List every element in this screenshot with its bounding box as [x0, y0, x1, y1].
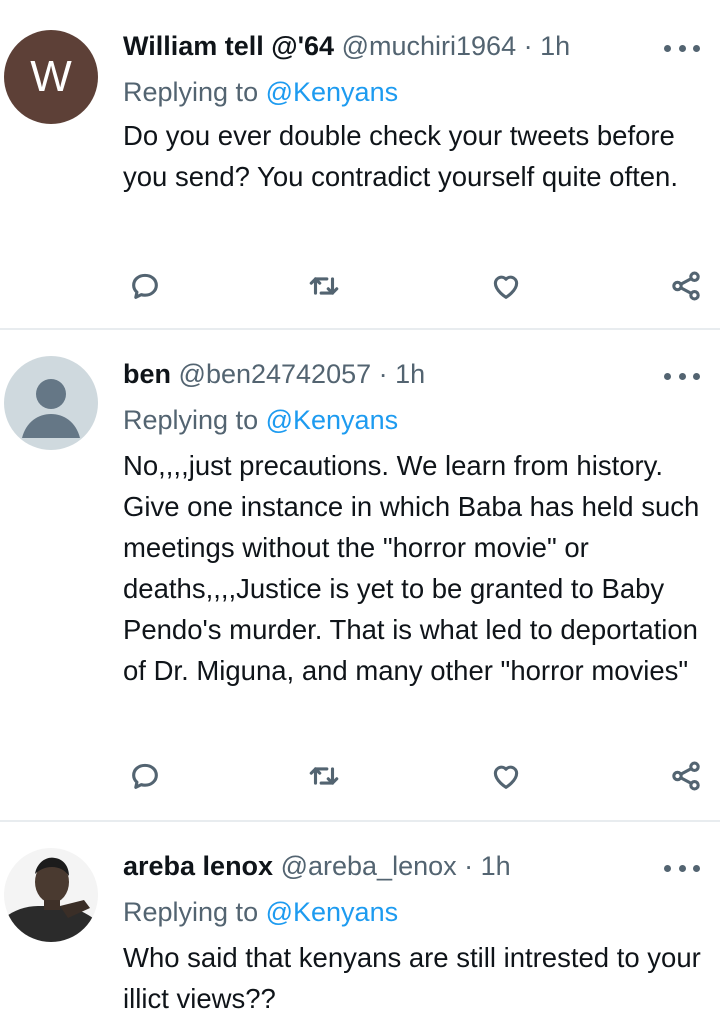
timestamp[interactable]: 1h [481, 851, 511, 881]
retweet-button[interactable] [304, 266, 344, 306]
tweet-actions [0, 756, 720, 796]
replying-prefix: Replying to [123, 77, 259, 107]
tweet-header: ben @ben24742057 · 1h [123, 358, 660, 390]
timestamp[interactable]: 1h [395, 359, 425, 389]
mention-link[interactable]: @Kenyans [266, 897, 398, 927]
like-button[interactable] [486, 266, 526, 306]
heart-icon [493, 765, 519, 789]
tweet-muchiri[interactable]: W William tell @'64 @muchiri1964 · 1h Re… [0, 0, 720, 328]
replying-to: Replying to @Kenyans [123, 896, 398, 928]
avatar[interactable] [4, 356, 98, 450]
display-name[interactable]: areba lenox [123, 851, 273, 881]
tweet-ben[interactable]: ben @ben24742057 · 1h Replying to @Kenya… [0, 330, 720, 820]
mention-link[interactable]: @Kenyans [266, 77, 398, 107]
tweet-header: William tell @'64 @muchiri1964 · 1h [123, 30, 660, 62]
more-icon[interactable] [664, 858, 700, 878]
more-icon[interactable] [664, 38, 700, 58]
replying-to: Replying to @Kenyans [123, 76, 398, 108]
tweet-text: No,,,,just precautions. We learn from hi… [123, 450, 700, 686]
timestamp[interactable]: 1h [540, 31, 570, 61]
default-avatar-icon [22, 379, 80, 438]
handle[interactable]: @muchiri1964 [342, 31, 517, 61]
separator: · [464, 851, 474, 881]
heart-icon [493, 275, 519, 299]
reply-icon [132, 273, 158, 299]
handle[interactable]: @areba_lenox [281, 851, 457, 881]
tweet-header: areba lenox @areba_lenox · 1h [123, 850, 660, 882]
more-icon[interactable] [664, 366, 700, 386]
avatar[interactable]: W [4, 30, 98, 124]
tweet-actions [0, 266, 720, 306]
share-icon [672, 761, 700, 791]
display-name[interactable]: ben [123, 359, 171, 389]
reply-icon [132, 763, 158, 789]
avatar[interactable] [4, 848, 98, 942]
like-button[interactable] [486, 756, 526, 796]
avatar-letter: W [30, 52, 72, 101]
separator: · [523, 31, 533, 61]
replying-prefix: Replying to [123, 405, 259, 435]
retweet-button[interactable] [304, 756, 344, 796]
tweet-areba[interactable]: areba lenox @areba_lenox · 1h Replying t… [0, 822, 720, 1022]
retweet-icon [309, 277, 339, 295]
display-name[interactable]: William tell @'64 [123, 31, 334, 61]
share-button[interactable] [666, 266, 706, 306]
tweet-text: Do you ever double check your tweets bef… [123, 120, 678, 192]
tweet-text: Who said that kenyans are still intreste… [123, 942, 701, 1014]
replying-to: Replying to @Kenyans [123, 404, 398, 436]
share-icon [672, 271, 700, 301]
handle[interactable]: @ben24742057 [179, 359, 372, 389]
replying-prefix: Replying to [123, 897, 259, 927]
profile-photo [4, 848, 98, 942]
reply-button[interactable] [125, 266, 165, 306]
retweet-icon [309, 767, 339, 785]
mention-link[interactable]: @Kenyans [266, 405, 398, 435]
reply-button[interactable] [125, 756, 165, 796]
separator: · [378, 359, 388, 389]
share-button[interactable] [666, 756, 706, 796]
